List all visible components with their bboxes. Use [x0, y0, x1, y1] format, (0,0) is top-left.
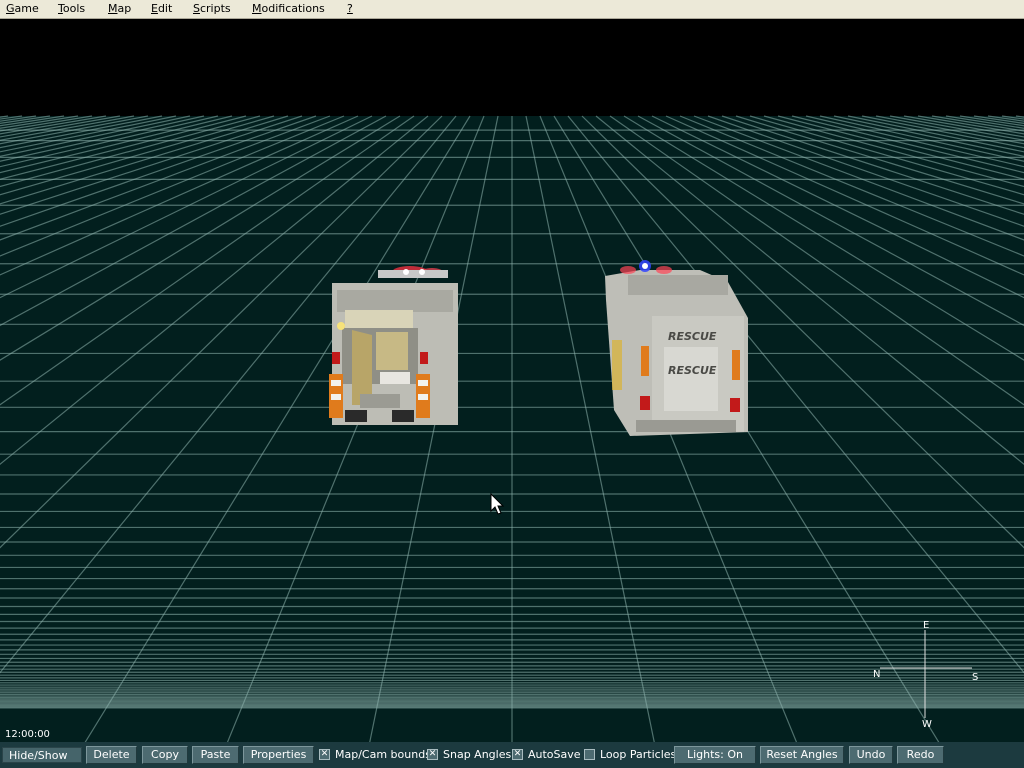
menu-tools[interactable]: Tools — [58, 2, 85, 16]
snap-angles-checkbox[interactable]: ✕ Snap Angles — [427, 747, 511, 763]
fire-engine[interactable] — [329, 266, 458, 425]
reset-angles-button[interactable]: Reset Angles — [760, 746, 844, 764]
scene-render: RESCUE RESCUE E N S W — [0, 19, 1024, 742]
menu-game[interactable]: Game — [6, 2, 39, 16]
loop-particles-checkbox[interactable]: Loop Particles — [584, 747, 676, 763]
editor-viewport[interactable]: RESCUE RESCUE E N S W — [0, 19, 1024, 742]
map-cam-bounds-check-icon[interactable]: ✕ — [319, 749, 330, 760]
game-clock: 12:00:00 — [5, 729, 50, 740]
copy-button[interactable]: Copy — [142, 746, 188, 764]
menu-bar: Game Tools Map Edit Scripts Modification… — [0, 0, 1024, 19]
compass-east-label: E — [923, 620, 929, 631]
bottom-toolbar: Hide/Show Delete Copy Paste Properties ✕… — [0, 742, 1024, 768]
autosave-check-icon[interactable]: ✕ — [512, 749, 523, 760]
paste-button[interactable]: Paste — [192, 746, 239, 764]
rescue-panel-text-bottom: RESCUE — [668, 364, 717, 377]
properties-button[interactable]: Properties — [243, 746, 314, 764]
menu-edit[interactable]: Edit — [151, 2, 172, 16]
menu-modifications[interactable]: Modifications — [252, 2, 325, 16]
delete-button[interactable]: Delete — [86, 746, 137, 764]
autosave-checkbox[interactable]: ✕ AutoSave — [512, 747, 581, 763]
menu-map[interactable]: Map — [108, 2, 131, 16]
undo-button[interactable]: Undo — [849, 746, 893, 764]
snap-angles-check-icon[interactable]: ✕ — [427, 749, 438, 760]
menu-help[interactable]: ? — [347, 2, 353, 16]
compass-west-label: W — [922, 719, 932, 730]
redo-button[interactable]: Redo — [897, 746, 944, 764]
compass-north-label: N — [873, 669, 880, 680]
hide-show-toggle[interactable]: Hide/Show — [2, 747, 82, 763]
lights-toggle-button[interactable]: Lights: On — [674, 746, 756, 764]
rescue-panel-text-top: RESCUE — [668, 330, 717, 343]
compass-south-label: S — [972, 672, 978, 683]
loop-particles-check-icon[interactable] — [584, 749, 595, 760]
map-cam-bounds-checkbox[interactable]: ✕ Map/Cam bounds — [319, 747, 431, 763]
rescue-truck[interactable]: RESCUE RESCUE — [605, 260, 748, 436]
menu-scripts[interactable]: Scripts — [193, 2, 231, 16]
